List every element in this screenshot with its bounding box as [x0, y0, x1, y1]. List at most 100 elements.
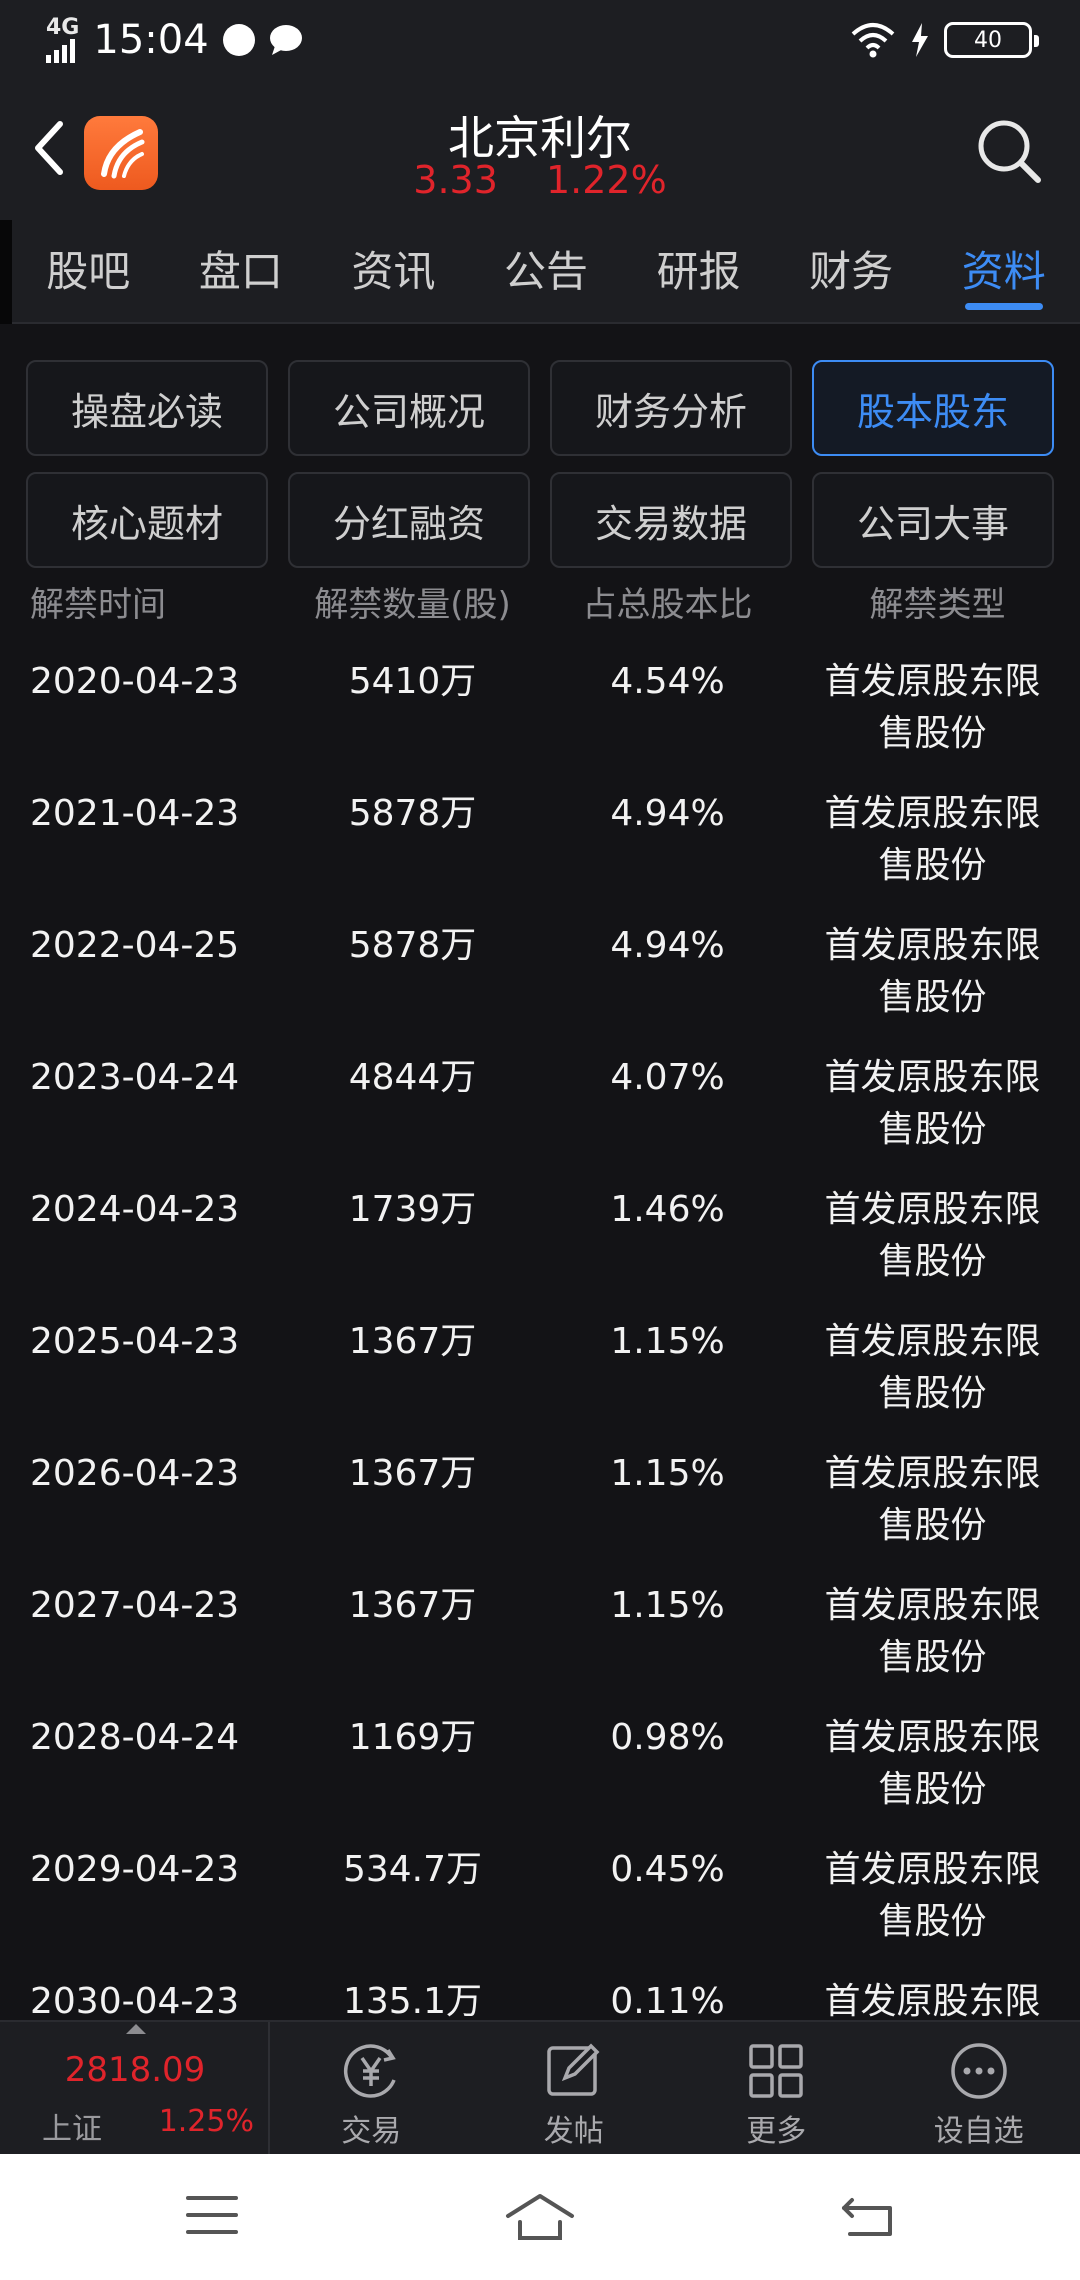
table-row: 2026-04-23 1367万 1.15% 首发原股东限售股份 [0, 1432, 1080, 1564]
cell-type: 首发原股东限售股份 [824, 1189, 1041, 1282]
cell-qty: 1367万 [348, 1321, 477, 1362]
tab-profile[interactable]: 资料 [927, 220, 1080, 322]
clock: 15:04 [93, 17, 209, 63]
cell-type: 首发原股东限售股份 [824, 793, 1041, 886]
cell-type: 首发原股东限售股份 [824, 1585, 1041, 1678]
tab-finance[interactable]: 财务 [775, 220, 928, 322]
cell-ratio: 0.11% [610, 1981, 725, 2020]
cell-ratio: 4.94% [610, 793, 725, 834]
add-watchlist-button[interactable]: 设自选 [878, 2022, 1080, 2154]
cell-date: 2029-04-23 [30, 1849, 240, 1890]
back-icon[interactable] [840, 2192, 896, 2240]
table-row: 2022-04-25 5878万 4.94% 首发原股东限售股份 [0, 904, 1080, 1036]
col-header-unlock-qty: 解禁数量(股) [314, 585, 511, 625]
table-row: 2023-04-24 4844万 4.07% 首发原股东限售股份 [0, 1036, 1080, 1168]
table-row: 2029-04-23 534.7万 0.45% 首发原股东限售股份 [0, 1828, 1080, 1960]
subtab-trading-data[interactable]: 交易数据 [550, 472, 792, 568]
stock-change-pct: 1.22% [545, 158, 667, 202]
charging-icon [912, 23, 928, 57]
cell-date: 2028-04-24 [30, 1717, 240, 1758]
main-tab-bar: 股吧 盘口 资讯 公告 研报 财务 资料 [0, 220, 1080, 324]
network-type: 4G [46, 15, 80, 40]
cell-qty: 1367万 [348, 1585, 477, 1626]
cell-type: 首发原股东限售股份 [824, 925, 1041, 1018]
cell-type: 首发原股东限售股份 [824, 1057, 1041, 1150]
index-name: 上证 [42, 2112, 102, 2147]
market-index-widget[interactable]: 2818.09 上证 1.25% [0, 2022, 270, 2154]
price-line: 3.33 1.22% [0, 158, 1080, 202]
more-dots-icon [951, 2043, 1007, 2099]
cell-type: 首发原股东限售股份 [824, 1717, 1041, 1810]
more-button[interactable]: 更多 [675, 2022, 878, 2154]
signal-icon: 4G [46, 17, 79, 63]
table-row: 2025-04-23 1367万 1.15% 首发原股东限售股份 [0, 1300, 1080, 1432]
cell-ratio: 4.94% [610, 925, 725, 966]
cell-ratio: 1.15% [610, 1585, 725, 1626]
cell-type: 首发原股东限售股份 [824, 661, 1041, 754]
cell-ratio: 1.15% [610, 1453, 725, 1494]
tab-announcements[interactable]: 公告 [470, 220, 623, 322]
col-header-unlock-date: 解禁时间 [30, 585, 166, 625]
cell-type: 首发原股东限售股份 [824, 1453, 1041, 1546]
search-icon[interactable] [974, 116, 1044, 186]
cell-date: 2020-04-23 [30, 661, 240, 702]
subtab-company-overview[interactable]: 公司概况 [288, 360, 530, 456]
tab-research[interactable]: 研报 [622, 220, 775, 322]
cell-ratio: 4.54% [610, 661, 725, 702]
subtab-financial-analysis[interactable]: 财务分析 [550, 360, 792, 456]
table-row: 2021-04-23 5878万 4.94% 首发原股东限售股份 [0, 772, 1080, 904]
battery-icon: 40 [944, 22, 1039, 58]
cell-date: 2024-04-23 [30, 1189, 240, 1230]
trade-button[interactable]: 交易 [270, 2022, 473, 2154]
stock-header: 北京利尔 3.33 1.22% [0, 80, 1080, 220]
table-row: 2030-04-23 135.1万 0.11% 首发原股东限售股份 [0, 1960, 1080, 2020]
cell-qty: 534.7万 [342, 1849, 483, 1890]
add-watchlist-label: 设自选 [933, 2114, 1024, 2149]
tab-pankou[interactable]: 盘口 [165, 220, 318, 322]
cell-date: 2025-04-23 [30, 1321, 240, 1362]
wifi-icon [851, 23, 895, 58]
subtab-core-themes[interactable]: 核心题材 [26, 472, 268, 568]
subtab-dividends-financing[interactable]: 分红融资 [288, 472, 530, 568]
caret-up-icon [126, 2024, 146, 2034]
cell-type: 首发原股东限售股份 [824, 1981, 1041, 2020]
subtab-trading-must-read[interactable]: 操盘必读 [26, 360, 268, 456]
trade-label: 交易 [341, 2114, 402, 2149]
cell-date: 2023-04-24 [30, 1057, 240, 1098]
cell-date: 2027-04-23 [30, 1585, 240, 1626]
cell-ratio: 0.98% [610, 1717, 725, 1758]
cell-qty: 1169万 [348, 1717, 477, 1758]
cell-type: 首发原股东限售股份 [824, 1849, 1041, 1942]
cell-qty: 135.1万 [342, 1981, 483, 2020]
status-bar: 4G 15:04 40 [0, 0, 1080, 80]
compose-icon [547, 2043, 600, 2096]
sub-tab-grid: 操盘必读 公司概况 财务分析 股本股东 核心题材 分红融资 交易数据 公司大事 [26, 360, 1056, 568]
table-row: 2028-04-24 1169万 0.98% 首发原股东限售股份 [0, 1696, 1080, 1828]
unlock-table[interactable]: 2020-04-23 5410万 4.54% 首发原股东限售股份 2021-04… [0, 640, 1080, 2020]
chat-bubble-icon [269, 25, 302, 55]
trade-yen-icon [344, 2044, 397, 2098]
menu-icon[interactable] [184, 2192, 240, 2238]
cell-qty: 5878万 [348, 793, 477, 834]
system-nav-bar [0, 2154, 1080, 2280]
post-label: 发帖 [543, 2114, 604, 2149]
planet-icon [222, 24, 255, 56]
table-row: 2020-04-23 5410万 4.54% 首发原股东限售股份 [0, 640, 1080, 772]
home-icon[interactable] [504, 2192, 576, 2242]
cell-date: 2026-04-23 [30, 1453, 240, 1494]
index-change-pct: 1.25% [158, 2104, 254, 2139]
cell-qty: 5410万 [348, 661, 477, 702]
cell-ratio: 0.45% [610, 1849, 725, 1890]
cell-ratio: 4.07% [610, 1057, 725, 1098]
subtab-share-capital-holders[interactable]: 股本股东 [812, 360, 1054, 456]
grid-icon [749, 2044, 803, 2098]
cell-qty: 1367万 [348, 1453, 477, 1494]
tab-news[interactable]: 资讯 [317, 220, 470, 322]
table-row: 2027-04-23 1367万 1.15% 首发原股东限售股份 [0, 1564, 1080, 1696]
subtab-company-events[interactable]: 公司大事 [812, 472, 1054, 568]
tab-guba[interactable]: 股吧 [12, 220, 165, 322]
cell-qty: 5878万 [348, 925, 477, 966]
index-value: 2818.09 [64, 2050, 206, 2090]
cell-date: 2022-04-25 [30, 925, 240, 966]
post-button[interactable]: 发帖 [473, 2022, 676, 2154]
